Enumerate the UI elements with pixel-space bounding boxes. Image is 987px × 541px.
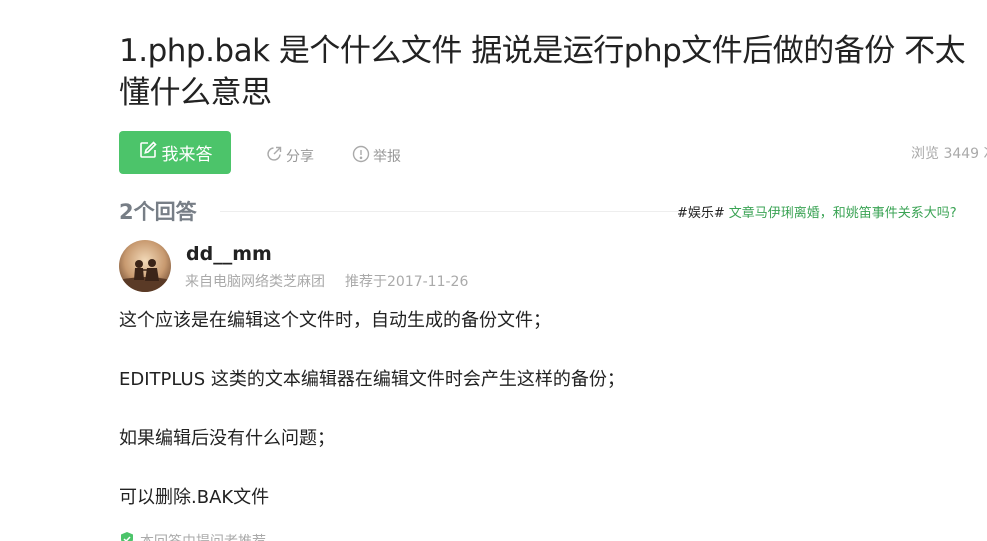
answer-paragraph: 这个应该是在编辑这个文件时，自动生成的备份文件； [119,310,551,331]
question-title: 1.php.bak 是个什么文件 据说是运行php文件后做的备份 不太懂什么意思 [119,33,966,111]
hot-topic-tag: #娱乐# [677,206,725,221]
author-team[interactable]: 来自电脑网络类芝麻团 [185,274,325,290]
question-page: 1.php.bak 是个什么文件 据说是运行php文件后做的备份 不太懂什么意思… [0,0,987,541]
edit-icon [138,140,158,165]
answer-button-label: 我来答 [161,145,213,165]
author-meta: 来自电脑网络类芝麻团 推荐于2017-11-26 [185,271,468,291]
section-divider [220,211,680,212]
hot-topic-link[interactable]: 文章马伊琍离婚，和姚笛事件关系大吗? [729,206,957,221]
report-label: 举报 [373,149,401,165]
view-count: 浏览 3449 次 [911,146,987,162]
report-icon [352,145,370,167]
author-name[interactable]: dd__mm [186,243,272,265]
share-label: 分享 [286,149,314,165]
recommend-note-text: 本回答由提问者推荐 [140,531,266,541]
answer-content: 这个应该是在编辑这个文件时，自动生成的备份文件； EDITPLUS 这类的文本编… [119,308,979,541]
answers-count: 2个回答 [119,200,197,224]
answer-paragraph: 如果编辑后没有什么问题； [119,428,335,449]
answer-button[interactable]: 我来答 [119,131,231,174]
hot-topic[interactable]: #娱乐# 文章马伊琍离婚，和姚笛事件关系大吗? [677,202,957,221]
share-icon [265,145,283,167]
recommended-date: 推荐于2017-11-26 [345,274,469,290]
answer-paragraph: 可以删除.BAK文件 [119,487,270,508]
answer-paragraph: EDITPLUS 这类的文本编辑器在编辑文件时会产生这样的备份； [119,369,625,390]
avatar[interactable] [119,240,171,292]
share-button[interactable]: 分享 [265,145,314,167]
shield-check-icon [119,531,135,541]
report-button[interactable]: 举报 [352,145,401,167]
recommend-note: 本回答由提问者推荐 [119,531,266,541]
